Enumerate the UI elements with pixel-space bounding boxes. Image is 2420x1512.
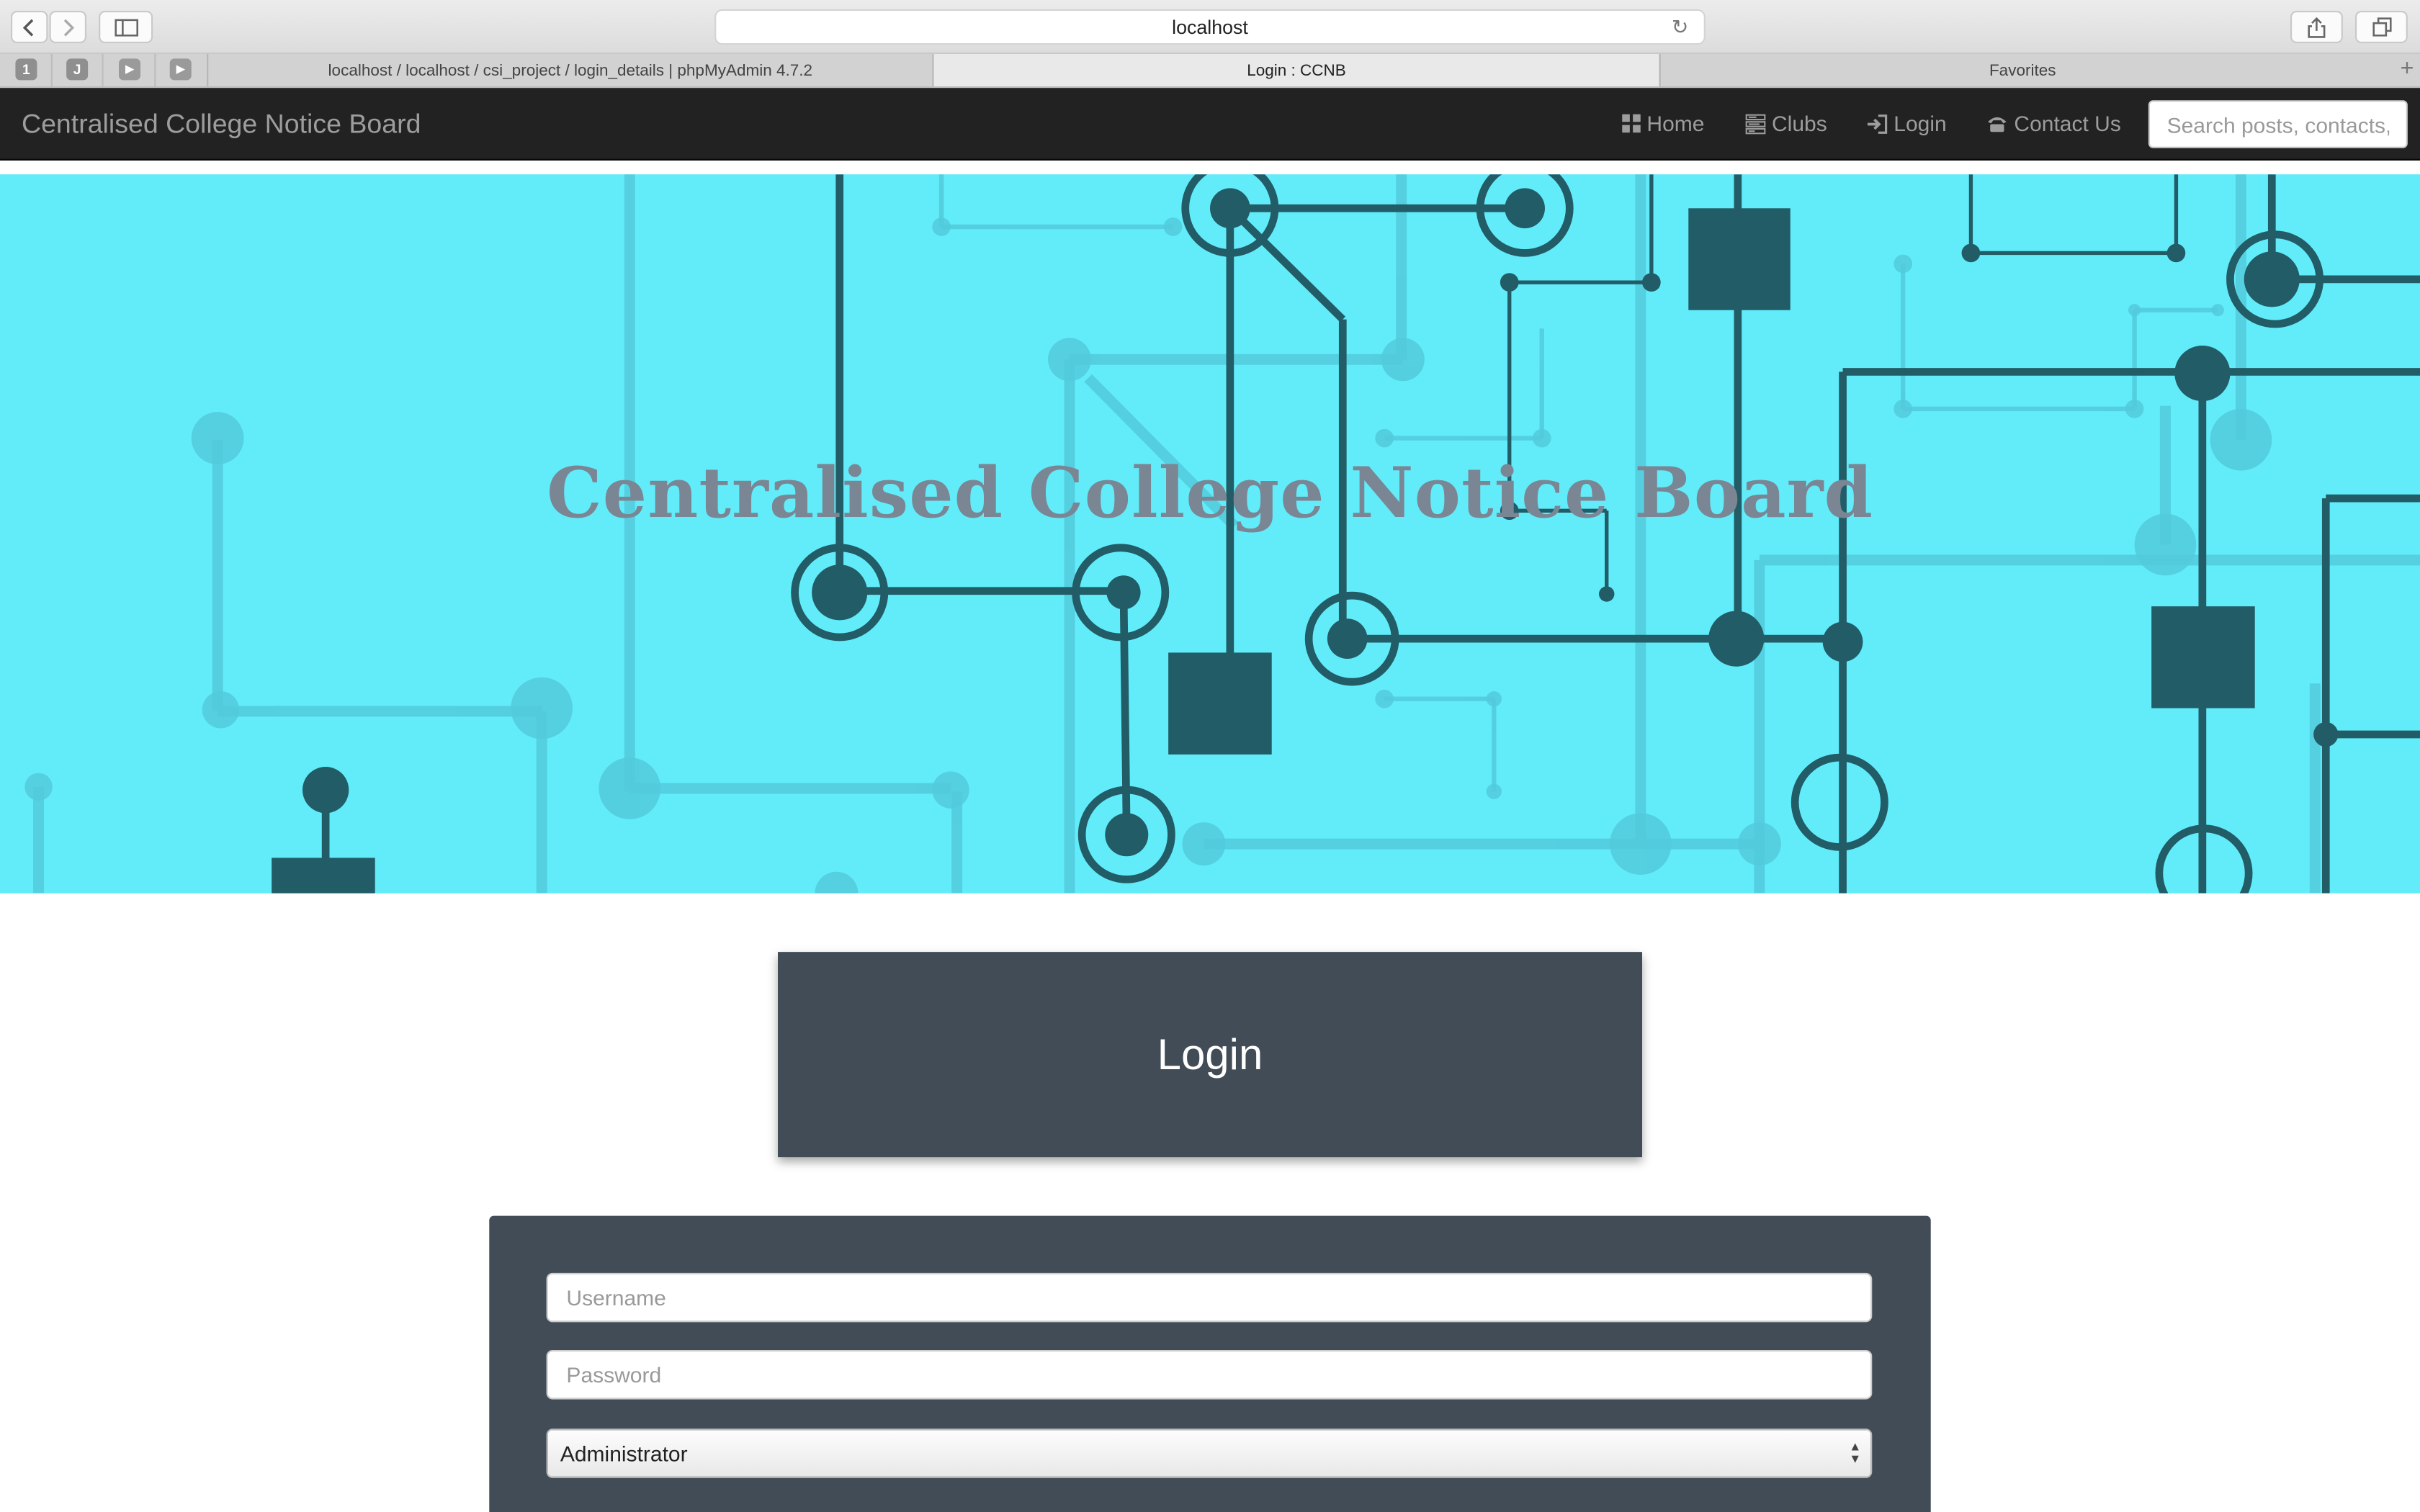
url-text: localhost xyxy=(1172,16,1248,38)
reload-icon[interactable]: ↻ xyxy=(1672,15,1688,40)
sidebar-toggle-button[interactable] xyxy=(99,11,153,43)
nav-home[interactable]: Home xyxy=(1622,111,1705,136)
forward-button[interactable] xyxy=(49,11,86,43)
share-button[interactable] xyxy=(2290,11,2343,43)
login-header-card: Login xyxy=(778,952,1642,1158)
phone-alt-icon xyxy=(1988,117,2007,132)
site-navbar: Centralised College Notice Board Home Cl… xyxy=(0,88,2420,161)
share-icon xyxy=(2308,16,2326,37)
password-field[interactable] xyxy=(546,1350,1873,1400)
nav-contact-us[interactable]: Contact Us xyxy=(1986,111,2121,136)
browser-window: localhost ↻ 1 J ▶ ▶ localhost / localhos… xyxy=(0,0,2420,1512)
tabs-icon xyxy=(2372,17,2391,37)
pinned-tab-video[interactable]: ▶ xyxy=(119,58,140,81)
nav-clubs[interactable]: Clubs xyxy=(1745,111,1827,136)
tab-favorites[interactable]: Favorites xyxy=(1659,54,2385,86)
tab-strip: 1 J ▶ ▶ localhost / localhost / csi_proj… xyxy=(0,54,2420,89)
pinned-tab-video-2[interactable]: ▶ xyxy=(169,58,192,81)
pinned-tab-1[interactable]: 1 xyxy=(15,58,37,81)
nav-contact-label: Contact Us xyxy=(2014,111,2121,136)
tabs-overview-button[interactable] xyxy=(2355,11,2408,43)
nav-home-label: Home xyxy=(1646,111,1705,136)
select-arrows-icon: ▲ ▼ xyxy=(1849,1439,1862,1466)
tasks-icon xyxy=(1745,113,1766,134)
username-field[interactable] xyxy=(546,1272,1873,1323)
log-in-icon xyxy=(1867,114,1888,133)
tab-phpmyadmin[interactable]: localhost / localhost / csi_project / lo… xyxy=(207,54,932,86)
chevron-right-icon xyxy=(63,18,75,36)
new-tab-icon[interactable]: + xyxy=(2401,55,2414,81)
back-button[interactable] xyxy=(11,11,48,43)
nav-clubs-label: Clubs xyxy=(1772,111,1827,136)
navbar-brand[interactable]: Centralised College Notice Board xyxy=(22,108,421,140)
browser-toolbar: localhost ↻ xyxy=(0,0,2420,54)
login-form: Administrator ▲▼ xyxy=(489,1215,1931,1512)
role-select[interactable]: Administrator ▲ ▼ xyxy=(546,1428,1873,1478)
play-icon: ▶ xyxy=(125,65,134,76)
hero-title: Centralised College Notice Board xyxy=(546,451,1874,534)
address-bar[interactable]: localhost ↻ xyxy=(714,9,1706,45)
nav-login[interactable]: Login xyxy=(1867,111,1947,136)
hero-banner: Centralised College Notice Board xyxy=(0,174,2420,894)
th-large-icon xyxy=(1622,114,1641,133)
nav-login-label: Login xyxy=(1894,111,1947,136)
play-icon: ▶ xyxy=(176,65,185,76)
tab-login-ccnb[interactable]: Login : CCNB xyxy=(932,54,1659,86)
role-select-value: Administrator xyxy=(560,1441,688,1466)
search-input[interactable] xyxy=(2148,100,2408,148)
pinned-tab-j[interactable]: J xyxy=(66,58,89,81)
chevron-left-icon xyxy=(22,18,34,36)
sidebar-icon xyxy=(114,18,138,36)
login-heading: Login xyxy=(1157,1030,1263,1078)
